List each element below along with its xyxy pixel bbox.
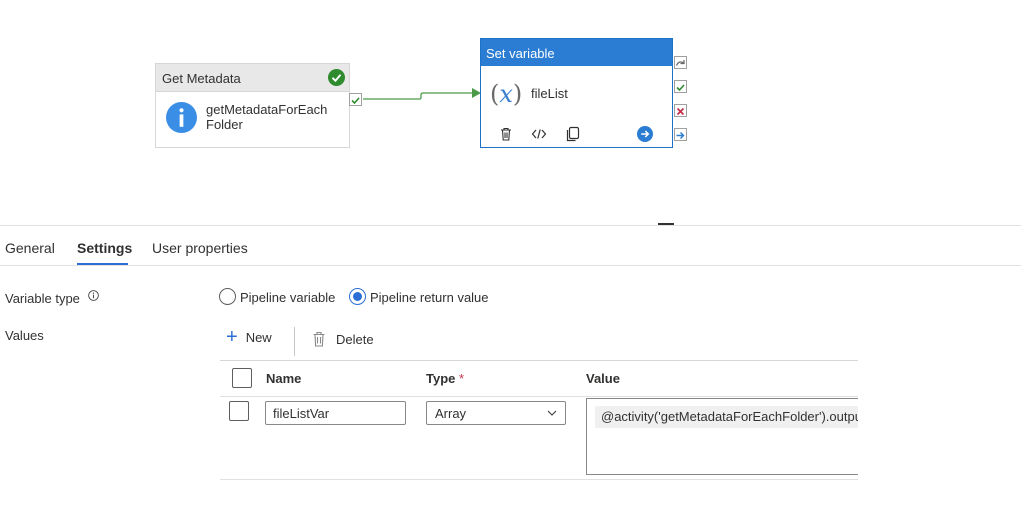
copy-icon[interactable] [565, 126, 581, 142]
variable-icon: (x) [490, 80, 523, 108]
success-check-icon [328, 69, 345, 86]
delete-icon[interactable] [498, 126, 514, 142]
get-metadata-activity[interactable]: Get Metadata getMetadataForEachFolder [155, 63, 350, 148]
panel-divider [0, 225, 1021, 226]
new-button-label: New [245, 329, 272, 345]
variable-type-select[interactable]: Array [426, 401, 566, 425]
check-icon [351, 97, 360, 105]
activity-type-label: Set variable [481, 39, 672, 66]
skip-icon [675, 60, 685, 66]
tabs-divider [0, 265, 1021, 266]
pipeline-variable-radio[interactable] [219, 288, 236, 305]
expression-chip[interactable]: @activity('getMetadataForEachFolder').ou… [595, 406, 866, 428]
variable-name-input[interactable] [265, 401, 406, 425]
grid-header-border [220, 396, 858, 397]
code-icon[interactable] [531, 126, 547, 142]
delete-button[interactable]: Delete [312, 328, 374, 350]
variable-type-value: Array [435, 406, 467, 421]
column-header-value: Value [586, 371, 620, 386]
info-icon [166, 102, 197, 133]
activity-type-label: Get Metadata [162, 71, 241, 86]
pipeline-return-value-radio[interactable] [349, 288, 366, 305]
close-icon [676, 107, 685, 116]
on-success-port[interactable] [674, 80, 687, 93]
tab-user-properties[interactable]: User properties [152, 240, 248, 256]
pipeline-return-value-label[interactable]: Pipeline return value [370, 290, 489, 305]
pipeline-variable-label[interactable]: Pipeline variable [240, 290, 335, 305]
grid-bottom-border [220, 479, 858, 480]
delete-icon [313, 331, 325, 347]
variable-value-input[interactable]: @activity('getMetadataForEachFolder').ou… [586, 398, 866, 475]
set-variable-activity[interactable]: Set variable (x) fileList [480, 38, 673, 148]
check-icon [676, 84, 685, 92]
select-all-checkbox[interactable] [232, 368, 252, 388]
plus-icon: + [226, 326, 238, 348]
arrow-right-icon [676, 132, 685, 139]
delete-button-label: Delete [336, 331, 374, 347]
go-arrow-icon[interactable] [637, 126, 653, 142]
on-completion-port[interactable] [674, 128, 687, 141]
on-skip-port[interactable] [674, 56, 687, 69]
grid-top-border [220, 360, 858, 361]
values-label: Values [5, 328, 44, 343]
activity-name: getMetadataForEachFolder [206, 102, 328, 132]
column-header-name: Name [266, 371, 302, 386]
chevron-down-icon [547, 410, 557, 416]
on-failure-port[interactable] [674, 104, 687, 117]
required-marker: * [459, 371, 465, 386]
activity-name: fileList [531, 86, 568, 101]
on-success-port[interactable] [349, 93, 362, 106]
new-button[interactable]: + New [226, 326, 272, 348]
column-header-type: Type * [426, 371, 465, 386]
info-icon[interactable] [88, 290, 99, 301]
tab-settings[interactable]: Settings [77, 240, 132, 256]
toolbar-separator [294, 327, 295, 356]
pipeline-canvas[interactable]: Get Metadata getMetadataForEachFolder Se… [0, 0, 1021, 226]
row-checkbox[interactable] [229, 401, 249, 421]
tab-general[interactable]: General [5, 240, 55, 256]
variable-type-label: Variable type [5, 291, 80, 306]
value-overflow-mask [858, 396, 1021, 486]
